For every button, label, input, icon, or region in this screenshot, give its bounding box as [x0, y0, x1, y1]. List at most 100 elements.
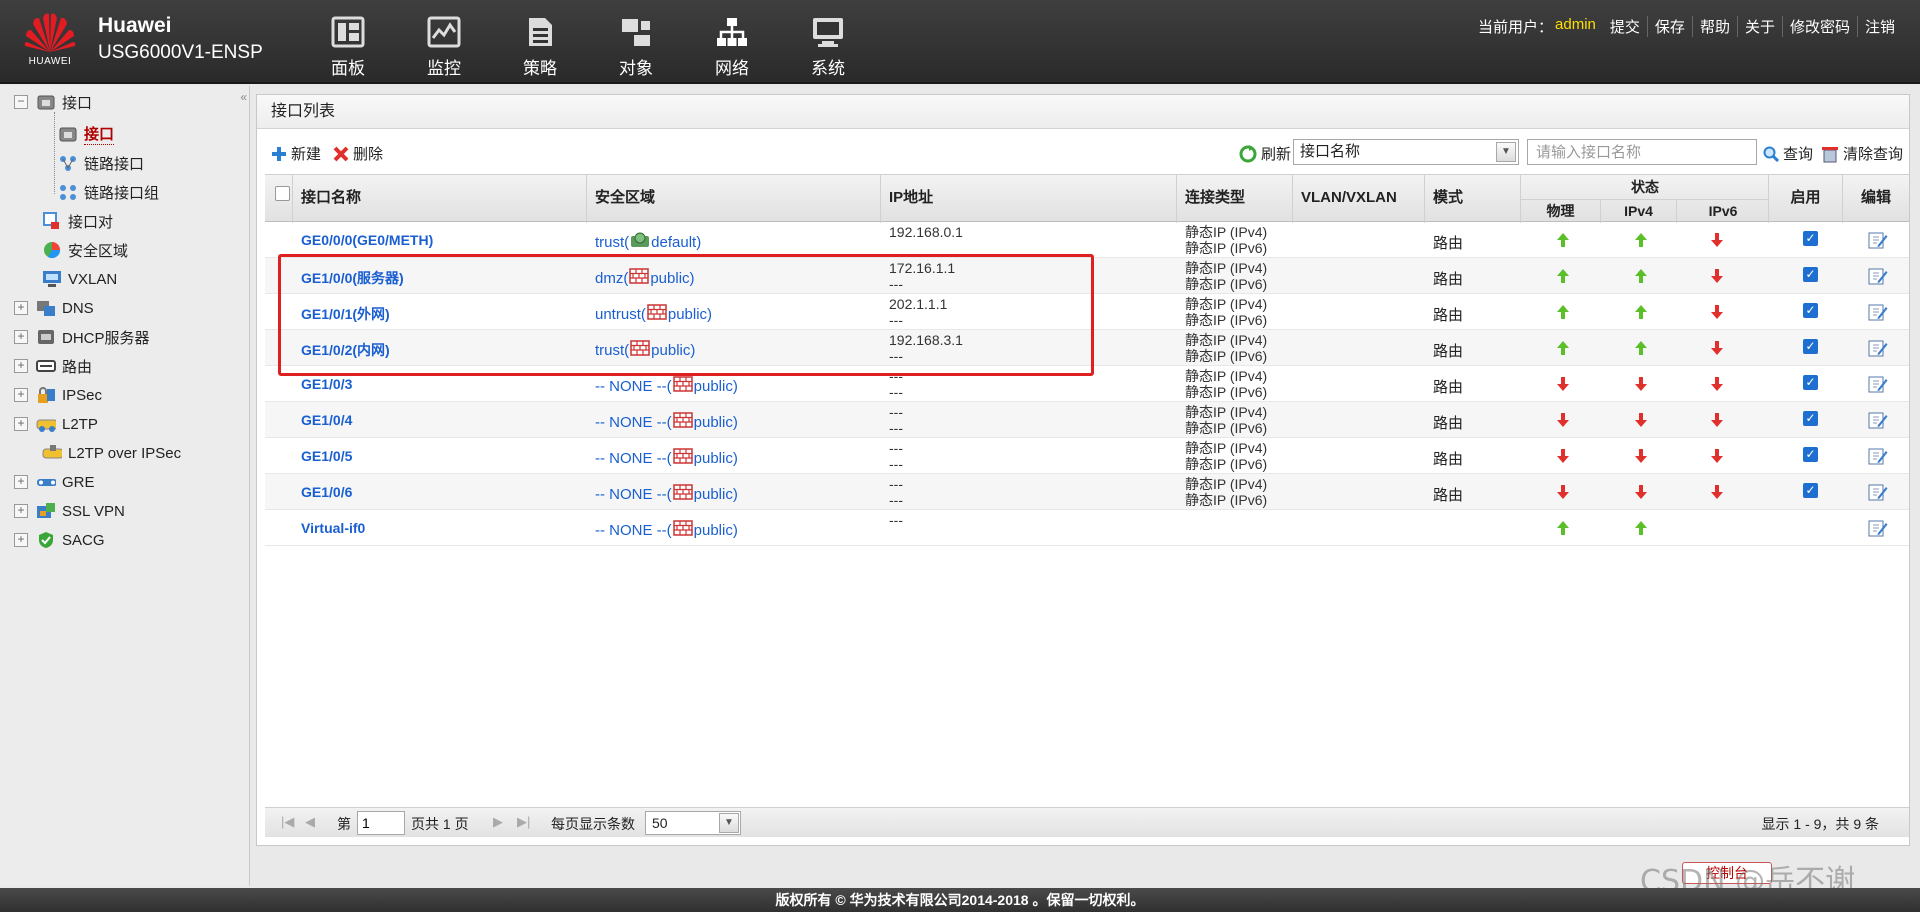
nav-system[interactable]: 系统 [780, 16, 876, 79]
enable-checkbox[interactable]: ✓ [1803, 375, 1818, 390]
enable-checkbox[interactable]: ✓ [1803, 231, 1818, 246]
table-row[interactable]: GE1/0/2(内网) trust(public) 192.168.3.1 --- 静态… [265, 330, 1909, 366]
logout-link[interactable]: 注销 [1858, 16, 1902, 37]
first-page-icon[interactable]: |◀ [281, 814, 294, 830]
about-link[interactable]: 关于 [1738, 16, 1783, 37]
enable-checkbox[interactable]: ✓ [1803, 447, 1818, 462]
enable-checkbox[interactable]: ✓ [1803, 411, 1818, 426]
prev-page-icon[interactable]: ◀ [305, 814, 315, 830]
clear-query-button[interactable]: 清除查询 [1821, 143, 1903, 164]
col-zone[interactable]: 安全区域 [587, 175, 881, 223]
zone-link[interactable]: -- NONE --(public) [595, 520, 738, 556]
edit-icon[interactable] [1868, 338, 1888, 358]
query-button[interactable]: 查询 [1763, 143, 1813, 164]
ip-address: --- [889, 512, 903, 548]
expand-icon[interactable]: + [14, 417, 28, 431]
edit-icon[interactable] [1868, 230, 1888, 250]
search-input[interactable] [1527, 139, 1757, 165]
arrow-down-icon [1709, 340, 1725, 356]
sidebar-item-interface-group[interactable]: − 接口 [14, 90, 92, 114]
nav-object[interactable]: 对象 [588, 16, 684, 79]
enable-checkbox[interactable]: ✓ [1803, 303, 1818, 318]
table-row[interactable]: GE1/0/6 -- NONE --(public) --- --- 静态IP (IPv… [265, 474, 1909, 510]
enable-checkbox[interactable]: ✓ [1803, 267, 1818, 282]
ipv6-address: --- [889, 456, 903, 472]
console-button[interactable]: 控制台 [1682, 862, 1772, 884]
col-name[interactable]: 接口名称 [293, 175, 587, 223]
edit-icon[interactable] [1868, 518, 1888, 538]
chevron-down-icon[interactable]: ▼ [719, 813, 739, 833]
sidebar-item-vxlan[interactable]: VXLAN [42, 267, 117, 291]
sidebar-item-interface[interactable]: 接口 [58, 122, 115, 146]
edit-icon[interactable] [1868, 482, 1888, 502]
enable-checkbox[interactable]: ✓ [1803, 339, 1818, 354]
col-mode[interactable]: 模式 [1425, 175, 1521, 223]
table-row[interactable]: GE1/0/1(外网) untrust(public) 202.1.1.1 --- 静态… [265, 294, 1909, 330]
arrow-up-icon [1633, 340, 1649, 356]
edit-icon[interactable] [1868, 266, 1888, 286]
chevron-down-icon[interactable]: ▼ [1496, 142, 1516, 162]
nav-dashboard[interactable]: 面板 [300, 16, 396, 79]
col-ip[interactable]: IP地址 [881, 175, 1177, 223]
expand-icon[interactable]: + [14, 359, 28, 373]
expand-icon[interactable]: + [14, 388, 28, 402]
collapse-sidebar-icon[interactable]: « [240, 90, 247, 104]
collapse-icon[interactable]: − [14, 95, 28, 109]
edit-icon[interactable] [1868, 374, 1888, 394]
refresh-button[interactable]: 刷新 [1239, 143, 1291, 164]
nav-monitor[interactable]: 监控 [396, 16, 492, 79]
sidebar-item-dns[interactable]: + DNS [14, 296, 94, 320]
edit-icon[interactable] [1868, 302, 1888, 322]
per-page-select[interactable]: 50 ▼ [645, 811, 741, 835]
edit-icon[interactable] [1868, 446, 1888, 466]
refresh-icon [1239, 144, 1257, 162]
expand-icon[interactable]: + [14, 504, 28, 518]
sidebar-item-ipsec[interactable]: + IPSec [14, 383, 102, 407]
sidebar-item-l2tp-over-ipsec[interactable]: L2TP over IPSec [42, 441, 181, 465]
help-link[interactable]: 帮助 [1693, 16, 1738, 37]
arrow-down-icon [1555, 412, 1571, 428]
record-summary: 显示 1 - 9，共 9 条 [1761, 816, 1879, 832]
page-input[interactable] [357, 811, 405, 835]
table-row[interactable]: GE1/0/0(服务器) dmz(public) 172.16.1.1 --- 静态IP… [265, 258, 1909, 294]
col-conn-type[interactable]: 连接类型 [1177, 175, 1293, 223]
nav-policy[interactable]: 策略 [492, 16, 588, 79]
sidebar-item-gre[interactable]: + GRE [14, 470, 95, 494]
next-page-icon[interactable]: ▶ [493, 814, 503, 830]
sidebar-item-sacg[interactable]: + SACG [14, 528, 105, 552]
submit-link[interactable]: 提交 [1603, 16, 1648, 37]
sidebar-item-interface-pair[interactable]: 接口对 [42, 209, 113, 233]
ipv4-address: --- [889, 512, 903, 528]
edit-icon[interactable] [1868, 410, 1888, 430]
filter-select[interactable]: 接口名称 ▼ [1293, 139, 1519, 165]
nav-network[interactable]: 网络 [684, 16, 780, 79]
ipv4-address: --- [889, 440, 903, 456]
sidebar-item-link-interface-group[interactable]: 链路接口组 [58, 180, 159, 204]
interface-name-link[interactable]: Virtual-if0 [301, 520, 365, 556]
change-password-link[interactable]: 修改密码 [1783, 16, 1858, 37]
select-all-checkbox[interactable] [275, 186, 290, 201]
new-button[interactable]: 新建 [271, 143, 321, 164]
save-link[interactable]: 保存 [1648, 16, 1693, 37]
sidebar-item-ssl-vpn[interactable]: + SSL VPN [14, 499, 125, 523]
table-row[interactable]: Virtual-if0 -- NONE --(public) --- [265, 510, 1909, 546]
ipv4-address: 192.168.3.1 [889, 332, 963, 348]
sidebar-item-link-interface[interactable]: 链路接口 [58, 151, 144, 175]
sidebar-item-l2tp[interactable]: + L2TP [14, 412, 98, 436]
enable-checkbox[interactable]: ✓ [1803, 483, 1818, 498]
expand-icon[interactable]: + [14, 475, 28, 489]
expand-icon[interactable]: + [14, 533, 28, 547]
sidebar-item-dhcp-server[interactable]: + DHCP服务器 [14, 325, 150, 349]
table-row[interactable]: GE1/0/4 -- NONE --(public) --- --- 静态IP (IPv… [265, 402, 1909, 438]
expand-icon[interactable]: + [14, 330, 28, 344]
table-row[interactable]: GE1/0/3 -- NONE --(public) --- --- 静态IP (IPv… [265, 366, 1909, 402]
expand-icon[interactable]: + [14, 301, 28, 315]
sidebar-item-security-zone[interactable]: 安全区域 [42, 238, 128, 262]
sidebar-item-route[interactable]: + 路由 [14, 354, 92, 378]
interface-table: 接口名称 安全区域 IP地址 连接类型 VLAN/VXLAN 模式 状态 物理 … [265, 174, 1909, 546]
delete-button[interactable]: 删除 [333, 143, 383, 164]
table-row[interactable]: GE1/0/5 -- NONE --(public) --- --- 静态IP (IPv… [265, 438, 1909, 474]
last-page-icon[interactable]: ▶| [517, 814, 530, 830]
table-row[interactable]: GE0/0/0(GE0/METH) trust(default) 192.168.0… [265, 222, 1909, 258]
col-vlan[interactable]: VLAN/VXLAN [1293, 175, 1425, 223]
